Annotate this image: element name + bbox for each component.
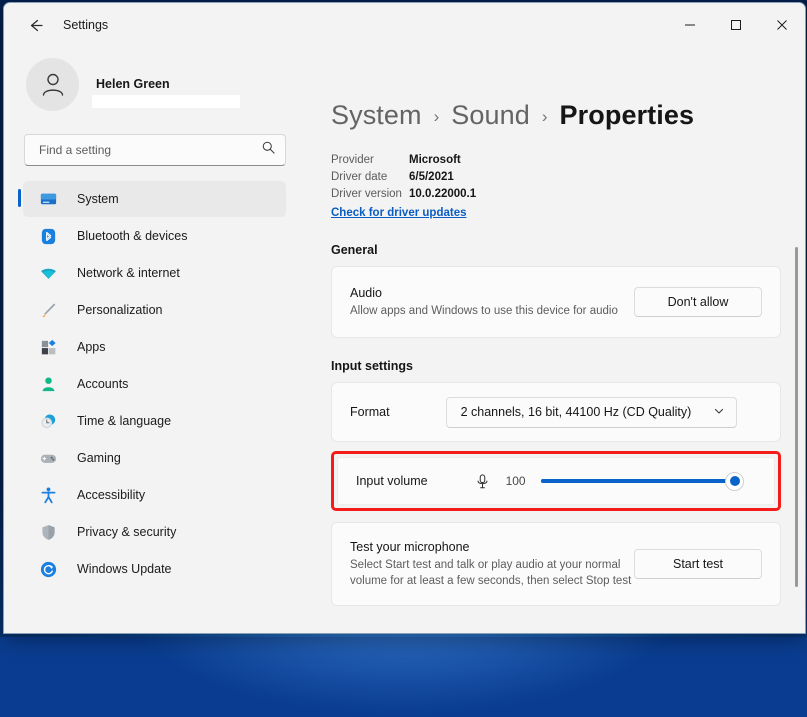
sidebar-item-system[interactable]: System — [23, 181, 286, 217]
person-avatar-icon — [26, 58, 79, 111]
driver-info-row: Provider Microsoft — [331, 152, 805, 169]
window-title: Settings — [63, 18, 108, 32]
sidebar-item-windows-update[interactable]: Windows Update — [23, 551, 286, 587]
driver-date-value: 6/5/2021 — [409, 169, 454, 186]
wifi-icon — [37, 262, 59, 284]
audio-card: Audio Allow apps and Windows to use this… — [331, 266, 781, 338]
audio-title: Audio — [350, 286, 634, 300]
content-pane: System › Sound › Properties Provider Mic… — [306, 47, 805, 633]
sidebar-item-label: Network & internet — [77, 266, 180, 280]
breadcrumb-item-properties: Properties — [560, 100, 695, 131]
input-volume-value: 100 — [506, 474, 532, 488]
sidebar-item-network-internet[interactable]: Network & internet — [23, 255, 286, 291]
audio-card-texts: Audio Allow apps and Windows to use this… — [350, 286, 634, 319]
chevron-down-icon — [713, 405, 725, 420]
format-label: Format — [350, 405, 390, 419]
slider-thumb[interactable] — [725, 472, 744, 491]
sidebar-item-gaming[interactable]: Gaming — [23, 440, 286, 476]
mic-test-subtitle: Select Start test and talk or play audio… — [350, 557, 634, 589]
breadcrumb-item-system[interactable]: System — [331, 100, 422, 131]
account-summary[interactable]: Helen Green — [4, 49, 306, 111]
close-icon[interactable] — [759, 3, 805, 47]
microphone-icon — [474, 473, 491, 490]
update-refresh-icon — [37, 558, 59, 580]
settings-window: Settings H — [3, 2, 806, 634]
person-icon — [37, 373, 59, 395]
maximize-icon[interactable] — [713, 3, 759, 47]
sidebar-item-accounts[interactable]: Accounts — [23, 366, 286, 402]
sidebar-item-personalization[interactable]: Personalization — [23, 292, 286, 328]
slider-fill — [541, 479, 735, 483]
shield-icon — [37, 521, 59, 543]
sidebar-item-label: System — [77, 192, 119, 206]
sidebar-item-label: Bluetooth & devices — [77, 229, 188, 243]
sidebar-item-apps[interactable]: Apps — [23, 329, 286, 365]
driver-date-label: Driver date — [331, 169, 409, 186]
input-volume-slider[interactable] — [541, 472, 735, 490]
sidebar-item-label: Gaming — [77, 451, 121, 465]
mic-test-texts: Test your microphone Select Start test a… — [350, 540, 634, 589]
input-volume-label: Input volume — [356, 474, 428, 488]
driver-info-row: Driver date 6/5/2021 — [331, 169, 805, 186]
sidebar-item-label: Windows Update — [77, 562, 172, 576]
search-box[interactable] — [24, 134, 286, 166]
check-driver-updates-link[interactable]: Check for driver updates — [331, 205, 466, 222]
account-name: Helen Green — [96, 76, 170, 93]
paintbrush-icon — [37, 299, 59, 321]
sidebar-item-label: Time & language — [77, 414, 171, 428]
content-scrollbar[interactable] — [795, 247, 798, 587]
title-bar: Settings — [4, 3, 805, 47]
dont-allow-button[interactable]: Don't allow — [634, 287, 762, 317]
gamepad-icon — [37, 447, 59, 469]
driver-info: Provider Microsoft Driver date 6/5/2021 … — [331, 152, 805, 222]
driver-version-label: Driver version — [331, 186, 409, 203]
breadcrumb-item-sound[interactable]: Sound — [451, 100, 530, 131]
monitor-icon — [37, 188, 59, 210]
driver-provider-value: Microsoft — [409, 152, 461, 169]
sidebar-item-label: Accounts — [77, 377, 128, 391]
sidebar: Helen Green — [4, 47, 306, 633]
input-volume-card: Input volume 100 — [337, 457, 775, 505]
sidebar-item-label: Personalization — [77, 303, 162, 317]
apps-grid-icon — [37, 336, 59, 358]
account-text: Helen Green — [96, 76, 170, 93]
minimize-icon[interactable] — [667, 3, 713, 47]
sidebar-item-bluetooth-devices[interactable]: Bluetooth & devices — [23, 218, 286, 254]
sidebar-item-label: Accessibility — [77, 488, 145, 502]
sidebar-item-label: Apps — [77, 340, 106, 354]
window-body: Helen Green — [4, 47, 805, 633]
driver-provider-label: Provider — [331, 152, 409, 169]
general-section-title: General — [331, 243, 805, 257]
window-controls — [667, 3, 805, 47]
microphone-test-card: Test your microphone Select Start test a… — [331, 522, 781, 606]
start-test-button[interactable]: Start test — [634, 549, 762, 579]
accessibility-icon — [37, 484, 59, 506]
sidebar-item-accessibility[interactable]: Accessibility — [23, 477, 286, 513]
format-dropdown[interactable]: 2 channels, 16 bit, 44100 Hz (CD Quality… — [446, 397, 737, 428]
driver-info-row: Driver version 10.0.22000.1 — [331, 186, 805, 203]
bluetooth-icon — [37, 225, 59, 247]
audio-subtitle: Allow apps and Windows to use this devic… — [350, 303, 634, 319]
input-volume-highlight-box: Input volume 100 — [331, 451, 781, 511]
chevron-right-icon: › — [434, 107, 440, 127]
format-selected-value: 2 channels, 16 bit, 44100 Hz (CD Quality… — [461, 405, 713, 419]
sidebar-nav: System Bluetooth & devices — [4, 181, 306, 587]
clock-icon — [37, 410, 59, 432]
mic-test-title: Test your microphone — [350, 540, 634, 554]
search-icon[interactable] — [261, 140, 276, 160]
sidebar-item-label: Privacy & security — [77, 525, 176, 539]
chevron-right-icon: › — [542, 107, 548, 127]
format-card: Format 2 channels, 16 bit, 44100 Hz (CD … — [331, 382, 781, 442]
driver-version-value: 10.0.22000.1 — [409, 186, 476, 203]
search-input[interactable] — [37, 142, 261, 158]
back-arrow-icon[interactable] — [18, 10, 52, 40]
input-settings-section-title: Input settings — [331, 359, 805, 373]
sidebar-item-time-language[interactable]: Time & language — [23, 403, 286, 439]
breadcrumb: System › Sound › Properties — [331, 47, 805, 131]
sidebar-item-privacy-security[interactable]: Privacy & security — [23, 514, 286, 550]
email-redaction-overlay — [92, 95, 240, 108]
